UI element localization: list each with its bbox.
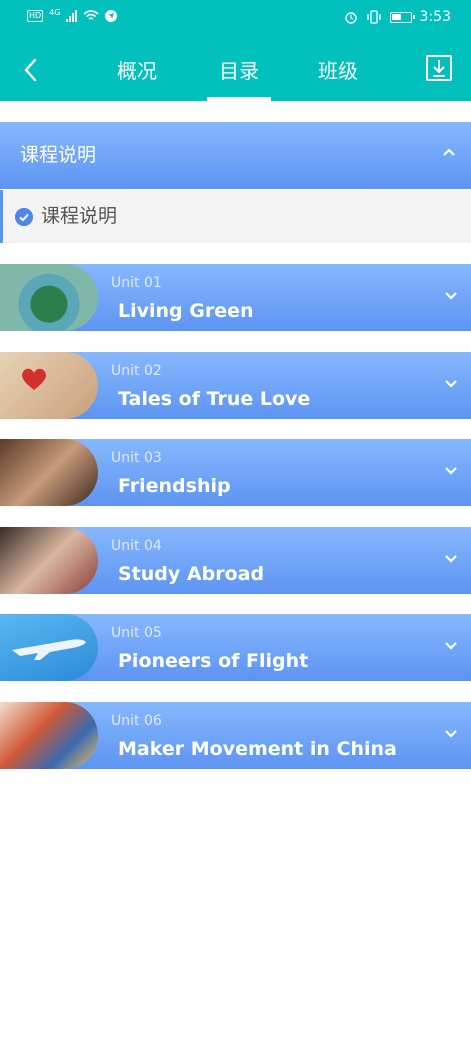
location-icon	[105, 10, 118, 22]
unit-card-02[interactable]: Unit 02 Tales of True Love	[0, 352, 471, 419]
unit-number: Unit 01	[111, 275, 162, 291]
chevron-down-icon[interactable]	[443, 463, 459, 479]
battery-icon	[389, 11, 415, 23]
tab-class[interactable]: 班级	[318, 56, 358, 86]
chevron-down-icon[interactable]	[443, 638, 459, 654]
unit-number: Unit 02	[111, 363, 162, 379]
unit-card-03[interactable]: Unit 03 Friendship	[0, 439, 471, 506]
unit-number: Unit 05	[111, 625, 162, 641]
download-button[interactable]	[426, 55, 452, 81]
active-tab-indicator	[207, 97, 271, 101]
unit-card-05[interactable]: Unit 05 Pioneers of Flight	[0, 614, 471, 681]
chevron-down-icon[interactable]	[443, 288, 459, 304]
chevron-up-icon[interactable]	[441, 144, 457, 160]
unit-03-thumbnail	[0, 439, 98, 506]
unit-title: Study Abroad	[118, 563, 265, 585]
course-intro-label: 课程说明	[41, 205, 118, 227]
status-right: 3:53	[344, 9, 451, 25]
unit-card-01[interactable]: Unit 01 Living Green	[0, 264, 471, 331]
unit-01-thumbnail	[0, 264, 98, 331]
unit-02-thumbnail	[0, 352, 98, 419]
unit-number: Unit 06	[111, 713, 162, 729]
tab-overview[interactable]: 概况	[117, 56, 157, 86]
unit-05-thumbnail	[0, 614, 98, 681]
unit-title: Maker Movement in China	[118, 738, 397, 760]
download-icon	[433, 60, 445, 77]
app-header: HD 4G 3:53 概况 目录 班级	[0, 0, 471, 101]
section-title: 课程说明	[20, 144, 97, 166]
unit-title: Tales of True Love	[118, 388, 311, 410]
hd-badge: HD	[27, 10, 44, 22]
back-button[interactable]	[18, 56, 46, 84]
chevron-down-icon[interactable]	[443, 551, 459, 567]
alarm-icon	[344, 12, 357, 24]
course-intro-section[interactable]: 课程说明	[0, 122, 471, 189]
chevron-down-icon[interactable]	[443, 726, 459, 742]
unit-title: Living Green	[118, 300, 254, 322]
vibrate-icon	[366, 10, 381, 24]
heart-icon	[22, 368, 46, 390]
course-intro-item[interactable]: 课程说明	[0, 190, 471, 243]
chevron-down-icon[interactable]	[443, 376, 459, 392]
unit-number: Unit 04	[111, 538, 162, 554]
signal-icon	[66, 10, 78, 22]
airplane-icon	[12, 639, 86, 660]
unit-card-06[interactable]: Unit 06 Maker Movement in China	[0, 702, 471, 769]
network-label: 4G	[49, 7, 61, 17]
check-circle-icon	[15, 208, 33, 226]
unit-card-04[interactable]: Unit 04 Study Abroad	[0, 527, 471, 594]
unit-number: Unit 03	[111, 450, 162, 466]
status-time: 3:53	[419, 9, 451, 25]
unit-title: Friendship	[118, 475, 231, 497]
status-bar: HD 4G 3:53	[0, 0, 471, 36]
status-left: HD 4G	[27, 7, 118, 22]
unit-04-thumbnail	[0, 527, 98, 594]
unit-06-thumbnail	[0, 702, 98, 769]
unit-title: Pioneers of Flight	[118, 650, 309, 672]
wifi-icon	[83, 10, 100, 20]
tab-catalog[interactable]: 目录	[219, 56, 259, 86]
